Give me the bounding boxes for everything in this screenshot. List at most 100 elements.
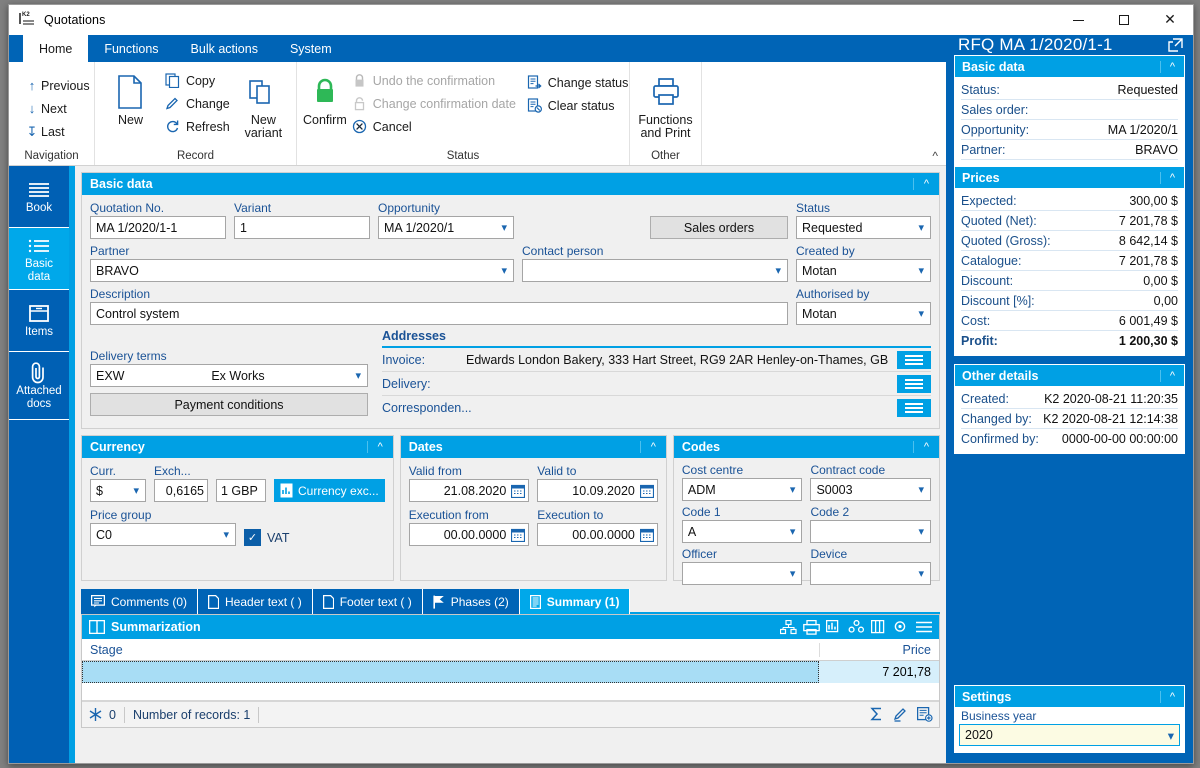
bar-chart-icon[interactable] — [826, 619, 842, 635]
refresh-button[interactable]: Refresh — [160, 116, 237, 137]
chevron-up-icon[interactable]: ^ — [639, 441, 666, 453]
contract-code-input[interactable]: S0003 ▾ — [810, 478, 932, 501]
pivot-icon[interactable] — [848, 619, 865, 635]
change-status-button[interactable]: Change status — [522, 72, 636, 93]
execution-from-input[interactable]: 00.00.0000 — [408, 523, 530, 546]
tab-phases[interactable]: Phases (2) — [422, 589, 520, 614]
chevron-down-icon[interactable]: ▾ — [217, 528, 235, 541]
chevron-up-icon[interactable]: ^ — [1160, 60, 1184, 73]
maximize-button[interactable] — [1101, 5, 1147, 35]
chevron-up-icon[interactable]: ^ — [913, 441, 939, 453]
sidebar-item-book[interactable]: Book — [9, 166, 69, 228]
menu-icon[interactable] — [915, 620, 933, 634]
chevron-down-icon[interactable]: ▾ — [912, 221, 930, 234]
chevron-down-icon[interactable]: ▾ — [912, 525, 930, 538]
cost-centre-input[interactable]: ADM ▾ — [681, 478, 803, 501]
address-menu-button[interactable] — [897, 350, 931, 369]
calendar-icon[interactable] — [511, 484, 526, 498]
printer-icon[interactable] — [803, 619, 820, 635]
chevron-up-icon[interactable]: ^ — [1160, 171, 1184, 184]
table-row[interactable]: 7 201,78 — [82, 661, 939, 683]
chevron-down-icon[interactable]: ▾ — [912, 307, 930, 320]
exchange-unit-input[interactable]: 1 GBP — [216, 479, 266, 502]
vat-checkbox[interactable]: ✓ — [244, 529, 261, 546]
new-button[interactable]: New — [101, 68, 160, 127]
contact-person-input[interactable]: ▾ — [522, 259, 788, 282]
execution-to-input[interactable]: 00.00.0000 — [537, 523, 658, 546]
columns-icon[interactable] — [871, 619, 887, 635]
last-button[interactable]: ↧ Last — [23, 120, 100, 143]
chevron-down-icon[interactable]: ▾ — [127, 484, 145, 497]
valid-to-input[interactable]: 10.09.2020 — [537, 479, 658, 502]
chevron-down-icon[interactable]: ▾ — [1168, 728, 1179, 743]
chevron-down-icon[interactable]: ▾ — [495, 264, 513, 277]
chevron-down-icon[interactable]: ▾ — [784, 525, 802, 538]
functions-and-print-button[interactable]: Functions and Print — [636, 68, 695, 140]
currency-input[interactable]: $ ▾ — [90, 479, 146, 502]
device-input[interactable]: ▾ — [810, 562, 932, 585]
close-button[interactable]: ✕ — [1147, 5, 1193, 35]
settings-gear-icon[interactable] — [893, 620, 909, 635]
hierarchy-icon[interactable] — [780, 619, 797, 635]
chevron-down-icon[interactable]: ▾ — [355, 369, 367, 382]
change-button[interactable]: Change — [160, 93, 237, 114]
calendar-icon[interactable] — [639, 528, 654, 542]
chevron-down-icon[interactable]: ▾ — [912, 567, 930, 580]
next-button[interactable]: ↓ Next — [23, 97, 100, 120]
column-header-price[interactable]: Price — [819, 642, 939, 657]
undo-confirmation-button[interactable]: Undo the confirmation — [347, 70, 522, 91]
address-menu-button[interactable] — [897, 374, 931, 393]
confirm-button[interactable]: Confirm — [303, 68, 347, 127]
code-2-input[interactable]: ▾ — [810, 520, 932, 543]
sidebar-item-attached-docs[interactable]: Attached docs — [9, 352, 69, 420]
variant-input[interactable]: 1 — [234, 216, 370, 239]
edit-icon[interactable] — [893, 707, 908, 722]
partner-input[interactable]: BRAVO ▾ — [90, 259, 514, 282]
opportunity-input[interactable]: MA 1/2020/1 ▾ — [378, 216, 514, 239]
change-confirmation-date-button[interactable]: Change confirmation date — [347, 93, 522, 114]
address-menu-button[interactable] — [897, 399, 931, 417]
chevron-up-icon[interactable]: ^ — [366, 441, 393, 453]
previous-button[interactable]: ↑ Previous — [23, 74, 100, 97]
sidebar-item-basic-data[interactable]: Basic data — [9, 228, 69, 290]
ribbon-tab-functions[interactable]: Functions — [88, 35, 174, 62]
snowflake-icon[interactable] — [88, 707, 103, 722]
tab-comments[interactable]: Comments (0) — [81, 589, 199, 614]
clear-status-button[interactable]: Clear status — [522, 95, 636, 116]
business-year-input[interactable]: 2020 ▾ — [959, 724, 1180, 746]
sum-icon[interactable] — [869, 707, 884, 722]
minimize-button[interactable] — [1055, 5, 1101, 35]
chevron-down-icon[interactable]: ▾ — [769, 264, 787, 277]
code-1-input[interactable]: A ▾ — [681, 520, 803, 543]
tab-summary[interactable]: Summary (1) — [519, 589, 631, 614]
sidebar-item-items[interactable]: Items — [9, 290, 69, 352]
chevron-down-icon[interactable]: ▾ — [784, 483, 802, 496]
chevron-up-icon[interactable]: ^ — [1160, 690, 1184, 703]
payment-conditions-button[interactable]: Payment conditions — [90, 393, 368, 416]
calendar-icon[interactable] — [639, 484, 654, 498]
price-group-input[interactable]: C0 ▾ — [90, 523, 236, 546]
chevron-up-icon[interactable]: ^ — [913, 178, 939, 190]
description-input[interactable]: Control system — [90, 302, 788, 325]
tab-footer-text[interactable]: Footer text ( ) — [312, 589, 423, 614]
collapse-ribbon-button[interactable]: ^ — [932, 149, 938, 163]
tab-header-text[interactable]: Header text ( ) — [198, 589, 313, 614]
ribbon-tab-home[interactable]: Home — [23, 35, 89, 62]
add-record-icon[interactable] — [917, 707, 933, 722]
calendar-icon[interactable] — [511, 528, 526, 542]
popout-icon[interactable] — [1168, 37, 1183, 53]
ribbon-tab-system[interactable]: System — [274, 35, 348, 62]
exchange-rate-input[interactable]: 0,6165 — [154, 479, 208, 502]
cancel-button[interactable]: Cancel — [347, 116, 522, 137]
new-variant-button[interactable]: New variant — [237, 68, 290, 140]
vat-checkbox-group[interactable]: ✓ VAT — [244, 529, 289, 546]
chevron-down-icon[interactable]: ▾ — [784, 567, 802, 580]
chevron-down-icon[interactable]: ▾ — [912, 483, 930, 496]
chevron-up-icon[interactable]: ^ — [1160, 369, 1184, 382]
copy-button[interactable]: Copy — [160, 70, 237, 91]
quotation-no-input[interactable]: MA 1/2020/1-1 — [90, 216, 226, 239]
chevron-down-icon[interactable]: ▾ — [912, 264, 930, 277]
currency-exchange-button[interactable]: Currency exc... — [274, 479, 385, 502]
sales-orders-button[interactable]: Sales orders — [650, 216, 788, 239]
column-header-stage[interactable]: Stage — [82, 643, 819, 657]
